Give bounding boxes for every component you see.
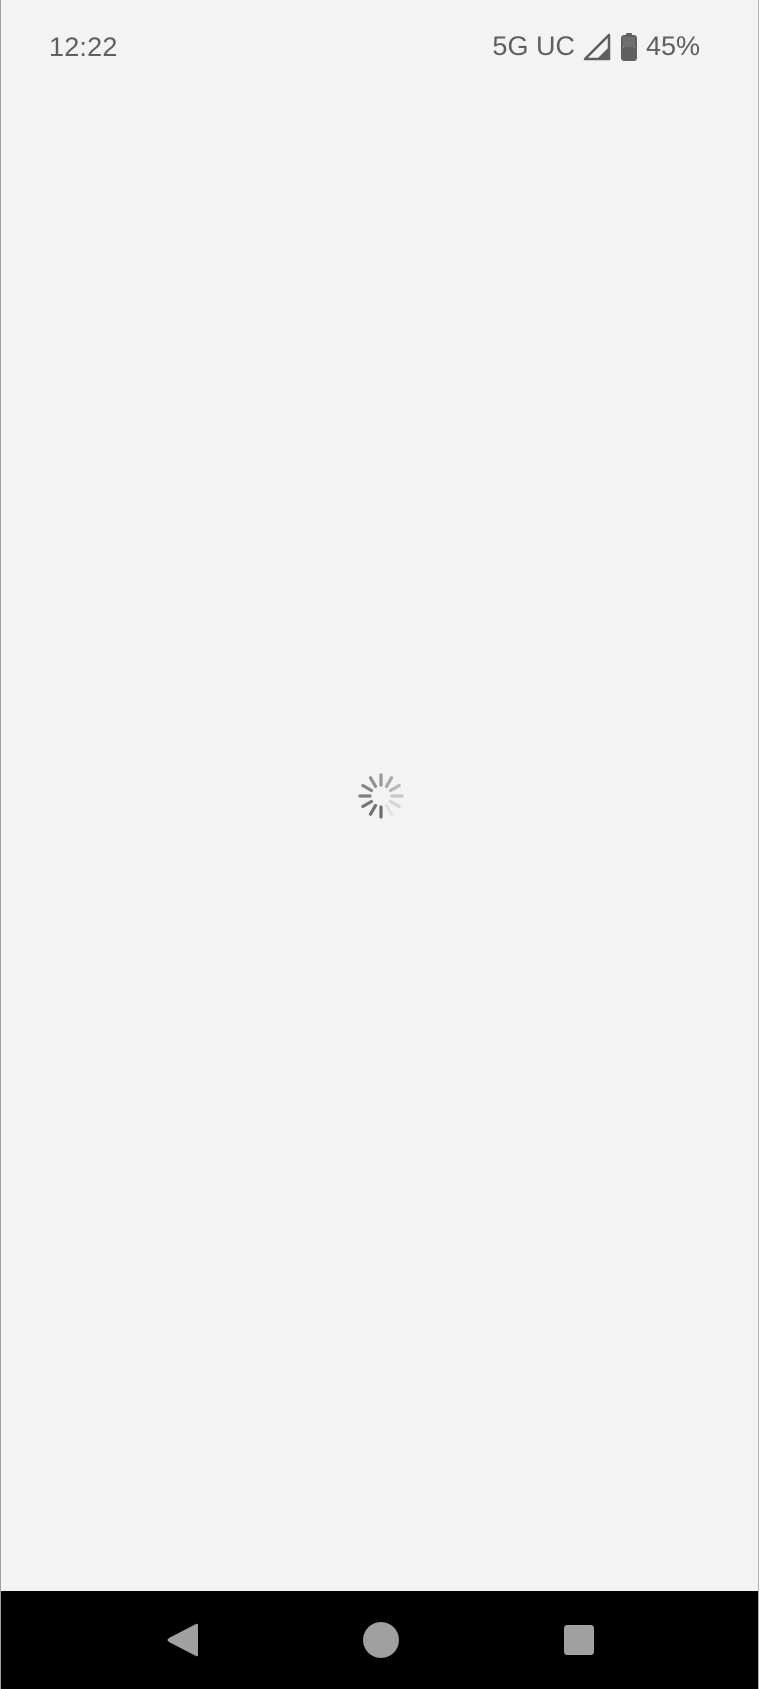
back-icon xyxy=(167,1623,198,1657)
navigation-bar xyxy=(1,1591,758,1689)
status-time: 12:22 xyxy=(49,32,118,62)
status-bar: 12:22 5G UC 45% xyxy=(1,0,758,96)
loading-spinner-icon xyxy=(358,773,404,819)
home-button[interactable] xyxy=(333,1591,429,1689)
back-button[interactable] xyxy=(135,1591,231,1689)
recents-icon xyxy=(564,1625,594,1655)
status-indicators: 5G UC 45% xyxy=(492,31,700,62)
battery-percent: 45% xyxy=(645,31,700,61)
signal-icon xyxy=(583,33,611,60)
home-icon xyxy=(363,1622,399,1658)
recents-button[interactable] xyxy=(531,1591,627,1689)
battery-icon xyxy=(620,32,637,61)
network-type: 5G UC xyxy=(492,31,575,61)
app-screen: 12:22 5G UC 45% xyxy=(0,0,759,1689)
